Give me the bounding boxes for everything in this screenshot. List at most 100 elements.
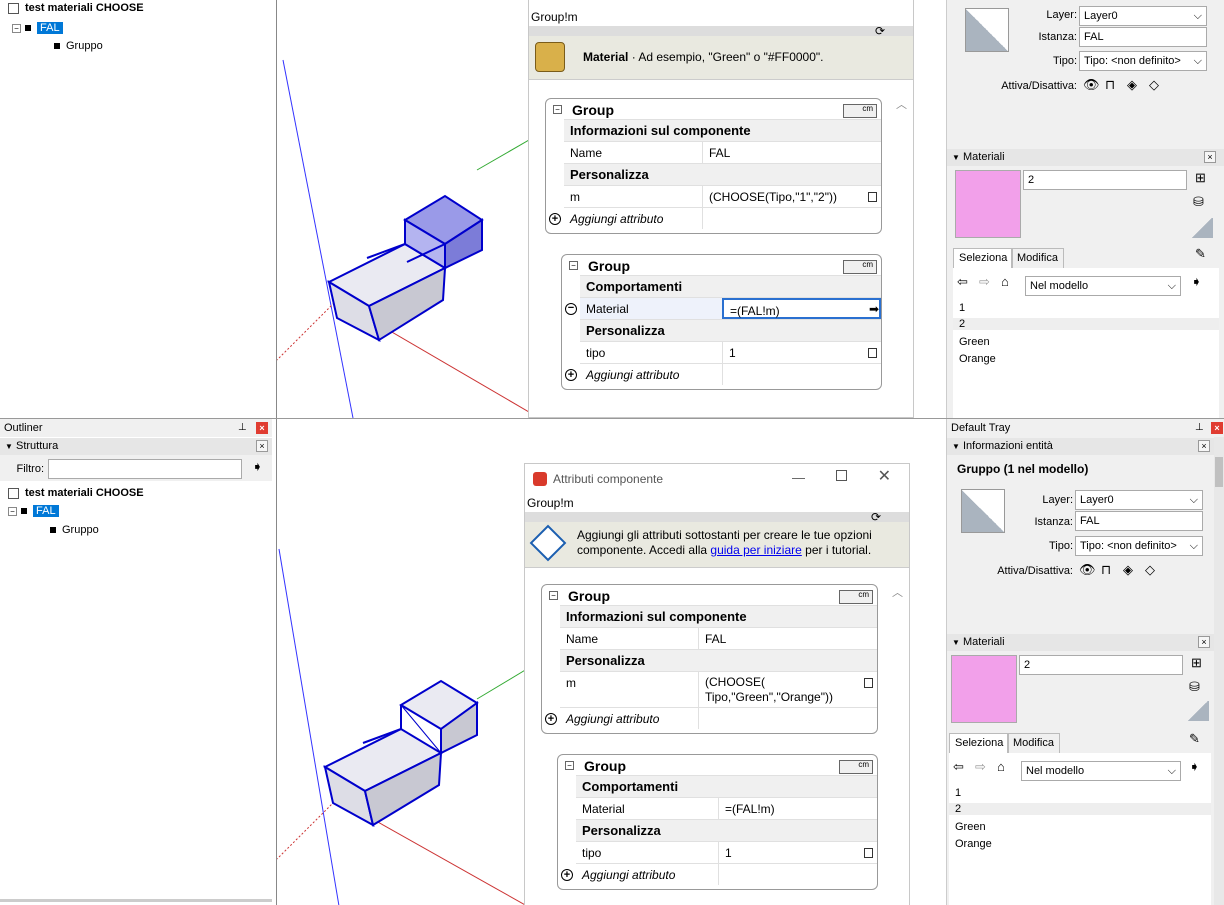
attr-row-tipo[interactable]: tipo 1 [576,841,877,863]
add-attribute-row[interactable]: + Aggiungi attributo [565,363,881,385]
list-item[interactable]: Green [955,821,986,833]
type-select[interactable]: Tipo: <non definito> ⌵ [1075,536,1203,556]
minimize-button[interactable]: — [792,470,805,485]
details-arrow-icon[interactable]: ➧ [1191,274,1202,290]
materials-section-header[interactable]: ▼ Materiali × [947,149,1224,166]
layer-select[interactable]: Layer0 ⌵ [1075,490,1203,510]
attr-row-m[interactable]: m (CHOOSE(Tipo,"Green","Orange")) [560,671,877,707]
formula-icon[interactable] [864,678,873,688]
forward-arrow-icon[interactable]: ⇨ [975,759,986,775]
close-icon[interactable]: × [1204,151,1216,163]
formula-icon[interactable] [868,192,877,202]
list-item[interactable]: Green [959,336,990,348]
3d-viewport[interactable] [276,419,526,905]
close-icon[interactable]: × [1198,440,1210,452]
add-icon[interactable]: + [565,369,577,381]
tab-modifica[interactable]: Modifica [1007,733,1060,753]
arrow-right-icon[interactable]: ➡ [869,298,879,320]
paint-bucket-icon[interactable]: ⛁ [1189,679,1200,695]
home-icon[interactable]: ⌂ [1001,274,1009,289]
details-arrow-icon[interactable]: ➧ [252,459,263,475]
units-icon[interactable]: cm [839,760,873,774]
add-attribute-row[interactable]: + Aggiungi attributo [561,863,877,885]
instance-input[interactable]: FAL [1075,511,1203,531]
home-icon[interactable]: ⌂ [997,759,1005,774]
formula-icon[interactable] [868,348,877,358]
material-swatch[interactable] [955,170,1021,238]
tree-root[interactable]: test materiali CHOOSE [8,2,144,14]
horizontal-scrollbar[interactable] [0,899,272,902]
type-select[interactable]: Tipo: <non definito> ⌵ [1079,51,1207,71]
material-name-input[interactable]: 2 [1023,170,1187,190]
collapse-icon[interactable]: − [8,506,17,516]
create-material-icon[interactable]: ⊞ [1191,655,1202,671]
paint-bucket-icon[interactable]: ⛁ [1193,194,1204,210]
filter-input[interactable] [48,459,242,479]
list-item[interactable]: 2 [949,803,1211,815]
layer-select[interactable]: Layer0 ⌵ [1079,6,1207,26]
cast-shadows-icon[interactable]: ◇ [1145,562,1155,578]
eyedropper-icon[interactable]: ✎ [1195,246,1206,262]
getting-started-link[interactable]: guida per iniziare [710,543,801,557]
tree-item-gruppo[interactable]: Gruppo [54,40,103,52]
add-attribute-row[interactable]: + Aggiungi attributo [549,207,881,229]
units-icon[interactable]: cm [839,590,873,604]
3d-viewport[interactable] [276,0,528,418]
scroll-up-icon[interactable]: ︿ [892,584,903,600]
entity-info-section-header[interactable]: ▼ Informazioni entità × [947,438,1214,455]
materials-section-header[interactable]: ▼ Materiali × [947,634,1214,651]
units-icon[interactable]: cm [843,260,877,274]
tree-root[interactable]: test materiali CHOOSE [8,487,144,499]
close-icon[interactable]: × [1198,636,1210,648]
tab-seleziona[interactable]: Seleziona [949,733,1010,753]
back-arrow-icon[interactable]: ⇦ [953,759,964,775]
maximize-button[interactable] [836,470,847,481]
library-select[interactable]: Nel modello ⌵ [1021,761,1181,781]
list-item[interactable]: Orange [959,353,996,365]
library-select[interactable]: Nel modello ⌵ [1025,276,1181,296]
add-attribute-row[interactable]: + Aggiungi attributo [545,707,877,729]
attr-row-material[interactable]: − Material =(FAL!m) ➡ [565,297,881,320]
add-icon[interactable]: + [545,713,557,725]
attr-row-m[interactable]: m (CHOOSE(Tipo,"1","2")) [564,185,881,207]
material-swatch[interactable] [951,655,1017,723]
structure-section-header[interactable]: ▼ Struttura × [0,438,272,455]
receive-shadows-icon[interactable]: ◈ [1127,77,1137,93]
close-icon[interactable]: × [256,422,268,434]
close-button[interactable]: ✕ [878,466,891,486]
tree-item-fal[interactable]: − FAL [12,22,63,34]
tree-item-gruppo[interactable]: Gruppo [50,524,99,536]
attr-row-name[interactable]: Name FAL [560,627,877,649]
instance-input[interactable]: FAL [1079,27,1207,47]
create-material-icon[interactable]: ⊞ [1195,170,1206,186]
collapse-icon[interactable]: − [12,23,21,33]
formula-icon[interactable] [864,848,873,858]
add-icon[interactable]: + [549,213,561,225]
attr-row-tipo[interactable]: tipo 1 [580,341,881,363]
material-name-input[interactable]: 2 [1019,655,1183,675]
tab-modifica[interactable]: Modifica [1011,248,1064,268]
tree-item-fal[interactable]: − FAL [8,505,59,517]
eyedropper-icon[interactable]: ✎ [1189,731,1200,747]
units-icon[interactable]: cm [843,104,877,118]
close-icon[interactable]: × [256,440,268,452]
collapse-icon[interactable]: − [565,761,574,770]
list-item[interactable]: 2 [953,318,1219,330]
remove-icon[interactable]: − [565,303,577,315]
vertical-scrollbar[interactable] [1214,437,1224,905]
pin-icon[interactable]: ⊥ [1195,422,1204,433]
collapse-icon[interactable]: − [549,591,558,600]
collapse-icon[interactable]: − [553,105,562,114]
attr-row-material[interactable]: Material =(FAL!m) [576,797,877,819]
lock-icon[interactable]: ⊓ [1105,77,1115,93]
add-icon[interactable]: + [561,869,573,881]
list-item[interactable]: 1 [955,787,961,799]
back-arrow-icon[interactable]: ⇦ [957,274,968,290]
tab-seleziona[interactable]: Seleziona [953,248,1014,268]
close-icon[interactable]: × [1211,422,1223,434]
list-item[interactable]: 1 [959,302,965,314]
receive-shadows-icon[interactable]: ◈ [1123,562,1133,578]
default-material-icon[interactable] [1187,701,1209,721]
pin-icon[interactable]: ⊥ [238,422,247,433]
lock-icon[interactable]: ⊓ [1101,562,1111,578]
